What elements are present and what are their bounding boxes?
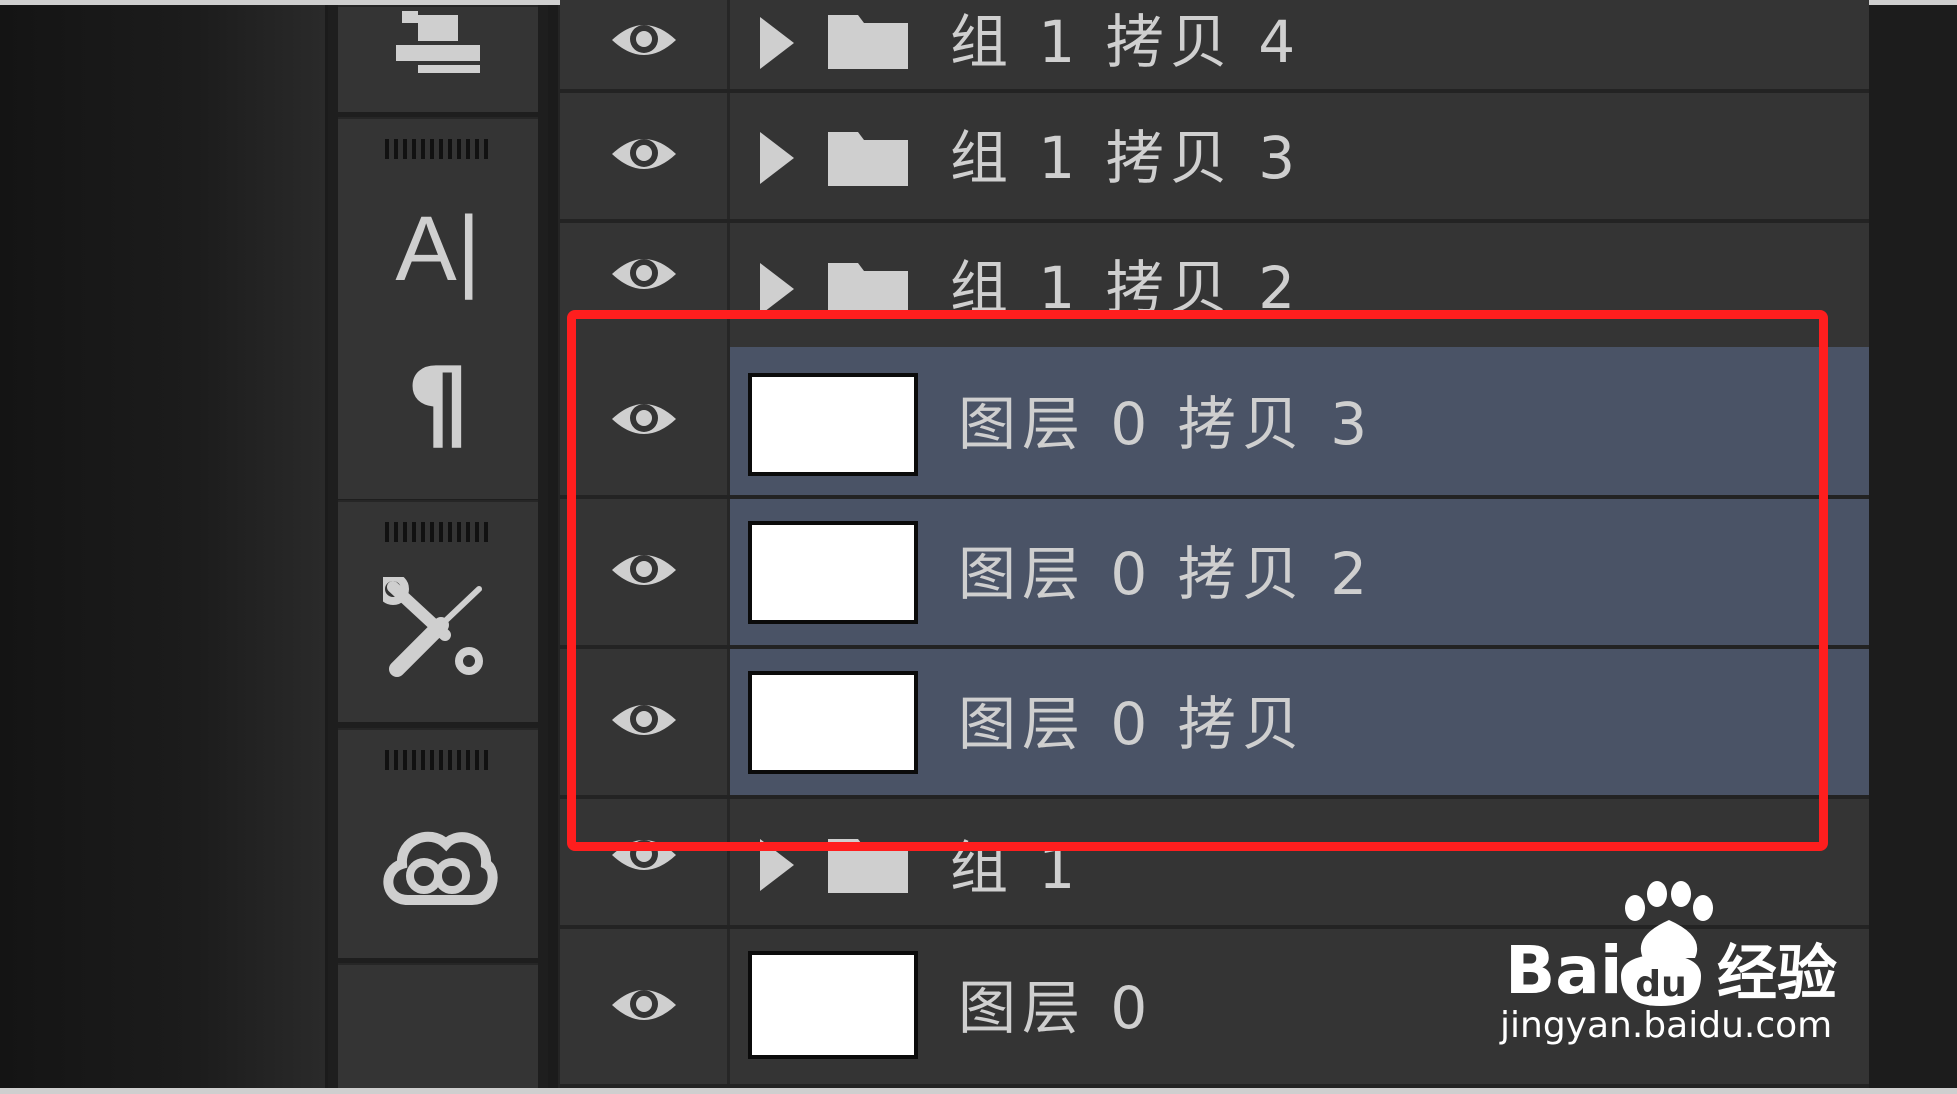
watermark-brand: Bai — [1505, 932, 1623, 1009]
layer-name: 组 1 拷贝 4 — [950, 8, 1302, 76]
layer-main: 组 1 拷贝 3 — [730, 93, 1869, 219]
folder-icon — [828, 9, 908, 73]
layer-row[interactable]: 组 1 拷贝 4 — [560, 0, 1869, 93]
layer-main: 组 1 拷贝 4 — [730, 0, 1869, 89]
eye-icon — [608, 252, 680, 300]
eye-icon — [608, 132, 680, 180]
watermark-du-mark: du — [1615, 932, 1707, 1010]
visibility-toggle[interactable] — [560, 93, 730, 219]
layer-row[interactable]: 组 1 拷贝 3 — [560, 93, 1869, 223]
baidu-watermark: Bai du 经验 jingyan.baidu.com — [1495, 880, 1865, 1060]
eye-icon — [608, 983, 680, 1031]
character-panel-icon[interactable]: A| — [338, 194, 538, 304]
folder-icon — [828, 126, 908, 190]
panel-grip-handle[interactable] — [385, 522, 493, 542]
tool-group-empty — [338, 963, 538, 1090]
eye-icon — [608, 18, 680, 66]
panel-right-edge — [1867, 5, 1957, 1088]
layer-name: 组 1 拷贝 2 — [950, 254, 1302, 322]
tool-group-properties — [338, 500, 538, 722]
stamp-icon[interactable] — [338, 7, 538, 77]
expand-triangle-icon[interactable] — [760, 17, 794, 69]
creative-cloud-icon[interactable] — [338, 810, 538, 920]
paragraph-panel-icon[interactable]: ¶ — [338, 349, 538, 459]
tool-presets-icon[interactable] — [338, 572, 538, 682]
highlight-box — [567, 310, 1828, 851]
visibility-toggle[interactable] — [560, 0, 730, 89]
panel-grip-handle[interactable] — [385, 139, 493, 159]
svg-text:du: du — [1635, 964, 1686, 1005]
image-frame-bottom — [0, 1088, 1957, 1094]
tool-group-text: A| ¶ — [338, 117, 538, 499]
expand-triangle-icon[interactable] — [760, 132, 794, 184]
watermark-url: jingyan.baidu.com — [1500, 1005, 1833, 1046]
layer-thumbnail — [748, 951, 918, 1059]
tool-group-cloud — [338, 728, 538, 958]
expand-triangle-icon[interactable] — [760, 263, 794, 315]
tool-strip: A| ¶ — [328, 5, 548, 1090]
visibility-toggle[interactable] — [560, 929, 730, 1084]
panel-grip-handle[interactable] — [385, 750, 493, 770]
canvas-area — [0, 5, 325, 1088]
layer-name: 图层 0 — [958, 974, 1154, 1042]
tool-group-stamp — [338, 5, 538, 112]
watermark-suffix: 经验 — [1717, 939, 1837, 1009]
layer-name: 组 1 拷贝 3 — [950, 124, 1302, 192]
